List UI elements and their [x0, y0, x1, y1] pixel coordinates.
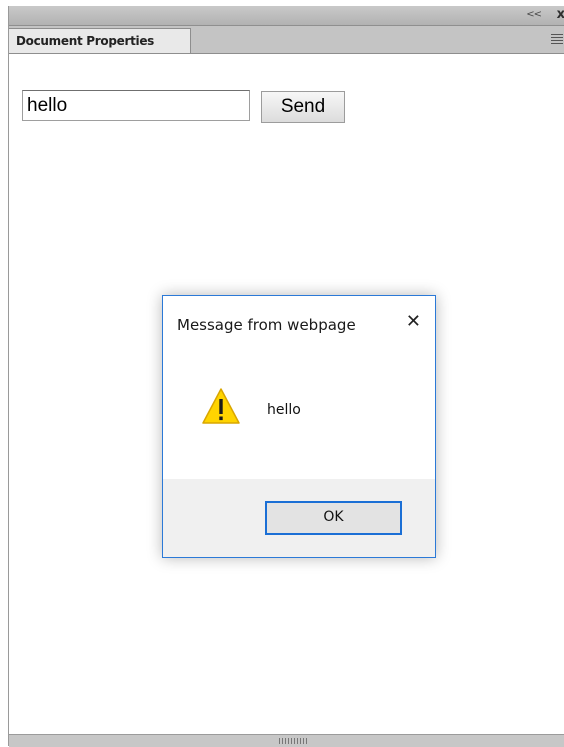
panel-status-bar — [9, 734, 564, 747]
resize-grip-icon[interactable] — [279, 738, 309, 744]
ok-button[interactable]: OK — [265, 501, 402, 535]
collapse-panel-button[interactable]: << — [526, 9, 542, 20]
dialog-close-button[interactable]: ✕ — [406, 311, 421, 332]
dialog-message: hello — [267, 402, 301, 418]
send-button[interactable]: Send — [261, 91, 345, 123]
close-panel-button[interactable]: x — [557, 7, 564, 22]
dialog-footer: OK — [163, 479, 435, 557]
tab-document-properties[interactable]: Document Properties — [9, 28, 191, 53]
message-input[interactable] — [22, 90, 250, 121]
panel-title-bar: << x — [9, 6, 564, 26]
warning-icon — [202, 388, 240, 424]
dialog-title: Message from webpage — [177, 316, 356, 334]
alert-dialog: Message from webpage ✕ hello OK — [162, 295, 436, 558]
panel-tab-bar: Document Properties — [9, 26, 564, 54]
panel-menu-icon[interactable] — [551, 34, 563, 44]
